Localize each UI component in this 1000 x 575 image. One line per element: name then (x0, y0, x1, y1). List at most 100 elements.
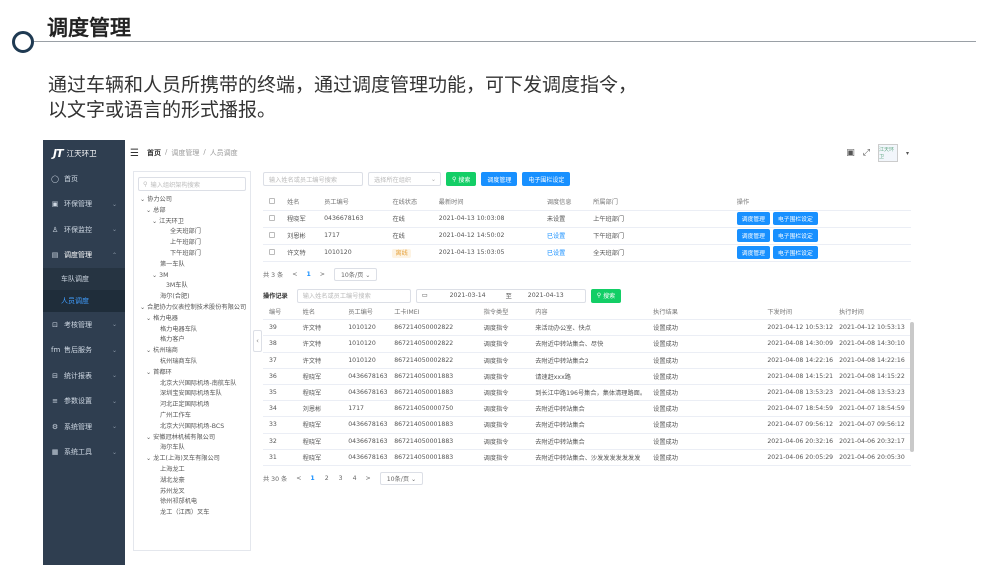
row-fence-button[interactable]: 电子围栏设定 (772, 212, 818, 225)
log-cell: 0436678163 (342, 449, 389, 466)
sidebar-item-top-0[interactable]: ◯ 首页 (43, 166, 125, 192)
tree-node[interactable]: ⌄ 3M (134, 271, 250, 282)
tree-node[interactable]: 上海龙工 (134, 465, 250, 476)
log-scrollbar[interactable] (910, 321, 914, 452)
log-cell: 调度指令 (477, 352, 530, 369)
tree-node[interactable]: 深圳宝安国际机场车队 (134, 389, 250, 400)
row-fence-button[interactable]: 电子围栏设定 (772, 229, 818, 242)
sidebar-item-rest-0[interactable]: ⊡ 考核管理 ⌄ (43, 312, 125, 338)
sidebar-item-top-2[interactable]: ♙ 环保监控 ⌄ (43, 217, 125, 243)
calendar-icon: ▭ (421, 292, 428, 299)
hamburger-icon[interactable]: ☰ (130, 148, 139, 159)
sidebar-item-rest-5[interactable]: ▦ 系统工具 ⌄ (43, 440, 125, 466)
tree-node[interactable]: 上午班部门 (134, 238, 250, 249)
log-pager: 共 30 条 < 1 2 3 4 > 10条/页 ⌄ (263, 470, 911, 488)
tree-node[interactable]: 北京大兴国际机场-BCS (134, 422, 250, 433)
sidebar-item-rest-1[interactable]: fm 售后服务 ⌄ (43, 338, 125, 364)
page-button[interactable]: 2 (325, 475, 329, 482)
avatar[interactable]: 江天环卫 (877, 144, 898, 162)
page-button[interactable]: 1 (306, 271, 310, 278)
tree-node[interactable]: ⌄ 格力电器 (134, 314, 250, 325)
staff-search-button[interactable]: ⚲ 搜索 (446, 172, 477, 186)
fence-button[interactable]: 电子围栏设定 (522, 172, 571, 186)
tree-node[interactable]: 海尔(合肥) (134, 292, 250, 303)
tree-node[interactable]: ⌄ 协力公司 (134, 195, 250, 206)
tree-node[interactable]: 格力电器车队 (134, 325, 250, 336)
sidebar-subitem-1[interactable]: 人员调度 (43, 290, 125, 312)
table-row: 程晓军 0436678163 在线 2021-04-13 10:03:08 未设置 上午班… (263, 210, 911, 228)
prev-page-button[interactable]: < (292, 271, 297, 278)
row-dispatch-button[interactable]: 调度管理 (736, 212, 770, 225)
tree-node[interactable]: ⌄ 龙工(上海)叉车有限公司 (134, 454, 250, 465)
tree-node[interactable]: ⌄ 首都环 (134, 368, 250, 379)
row-fence-button[interactable]: 电子围栏设定 (772, 246, 818, 259)
sidebar-item-top-3[interactable]: ▤ 调度管理 ⌃ (43, 243, 125, 269)
row-dispatch-button[interactable]: 调度管理 (736, 246, 770, 259)
breadcrumb-dispatch[interactable]: 调度管理 (171, 148, 199, 158)
tree-node[interactable]: 龙工（江西）叉车 (134, 508, 250, 519)
table-row: 33 程晓军 0436678163 867214050001883 调度指令 去附近中转站… (263, 416, 911, 434)
staff-search-input[interactable]: 输入姓名或员工编号搜索 (263, 172, 363, 186)
select-all-checkbox[interactable] (269, 197, 275, 204)
tree-node[interactable]: 下午班部门 (134, 249, 250, 260)
row-checkbox[interactable] (269, 249, 275, 255)
row-checkbox[interactable] (269, 215, 275, 221)
page-button[interactable]: 3 (339, 475, 343, 482)
page-button[interactable]: 4 (353, 475, 357, 482)
sidebar-item-rest-3[interactable]: ≡ 参数设置 ⌄ (43, 389, 125, 415)
log-filter-row: 操作记录 输入姓名或员工编号搜索 ▭ 2021-03-14 至 2021-04-… (263, 288, 911, 304)
page-size-select[interactable]: 10条/页 ⌄ (333, 268, 378, 281)
tree-node[interactable]: 全天班部门 (134, 227, 250, 238)
log-search-button[interactable]: ⚲ 搜索 (590, 288, 622, 303)
log-cell: 去附近中转站集合、沙发发发发发发发 (529, 449, 648, 466)
log-cell: 2021-04-08 14:15:22 (833, 368, 911, 385)
next-page-button[interactable]: > (366, 475, 371, 482)
log-search-input[interactable]: 输入姓名或员工编号搜索 (296, 288, 411, 303)
dispatch-info[interactable]: 已设置 (547, 233, 566, 240)
tree-node[interactable]: 海尔车队 (134, 443, 250, 454)
tree-node[interactable]: ⌄ 安徽冠林机械有限公司 (134, 433, 250, 444)
tree-node[interactable]: 杭州瑞商车队 (134, 357, 250, 368)
page-size-select[interactable]: 10条/页 ⌄ (379, 472, 424, 486)
title-divider (34, 41, 976, 42)
fullscreen-icon[interactable]: ⤢ (863, 148, 870, 158)
tree-node[interactable]: 格力客户 (134, 335, 250, 346)
log-cell: 867214050001883 (388, 384, 478, 402)
tree-node[interactable]: 3M车队 (134, 281, 250, 292)
tree-node[interactable]: 湖北龙豪 (134, 476, 250, 487)
tree-search-input[interactable]: ⚲ 输入组织架构搜索 (138, 177, 246, 191)
dispatch-button[interactable]: 调度管理 (481, 172, 518, 186)
sidebar-item-label: 调度管理 (64, 251, 92, 260)
page-button[interactable]: 1 (310, 475, 314, 482)
tree-node[interactable]: 北京大兴国际机场-南航车队 (134, 379, 250, 390)
date-range-picker[interactable]: ▭ 2021-03-14 至 2021-04-13 (415, 288, 586, 303)
home-icon: ◯ (51, 174, 59, 183)
log-cell: 2021-04-08 14:30:10 (833, 335, 911, 353)
tree-node[interactable]: ⌄ 江天环卫 (134, 217, 250, 228)
tree-node[interactable]: ⌄ 杭州瑞商 (134, 346, 250, 357)
row-dispatch-button[interactable]: 调度管理 (736, 229, 770, 242)
tree-node[interactable]: 河北正定国际机场 (134, 400, 250, 411)
org-select[interactable]: 选择所在组织 ⌄ (368, 172, 441, 186)
screen-icon[interactable]: ▣ (846, 148, 855, 158)
next-page-button[interactable]: > (320, 271, 325, 278)
tree-node[interactable]: ⌄ 总部 (134, 206, 250, 217)
sidebar-item-top-1[interactable]: ▣ 环保管理 ⌄ (43, 192, 125, 218)
sidebar-item-rest-2[interactable]: ⊟ 统计报表 ⌄ (43, 363, 125, 389)
breadcrumb-home[interactable]: 首页 (147, 148, 161, 158)
tree-node[interactable]: 第一车队 (134, 260, 250, 271)
tree-node[interactable]: 苏州龙叉 (134, 487, 250, 498)
sidebar-item-rest-4[interactable]: ⚙ 系统管理 ⌄ (43, 414, 125, 440)
sidebar-subitem-0[interactable]: 车队调度 (43, 268, 125, 290)
log-cell: 设置成功 (647, 449, 762, 466)
row-checkbox[interactable] (269, 232, 275, 238)
prev-page-button[interactable]: < (296, 475, 301, 482)
title-circle-icon (12, 31, 34, 53)
dispatch-info[interactable]: 已设置 (547, 250, 566, 257)
tree-node[interactable]: 广州工作车 (134, 411, 250, 422)
avatar-caret-icon[interactable]: ▾ (906, 150, 909, 157)
tree-node[interactable]: 徐州祁邡机电 (134, 497, 250, 508)
collapse-tree-handle[interactable]: ‹ (253, 330, 262, 352)
cell-dispatch-info: 已设置 (540, 244, 588, 262)
tree-node[interactable]: ⌄ 合肥协力仪表控制技术股份有限公司 (134, 303, 250, 314)
